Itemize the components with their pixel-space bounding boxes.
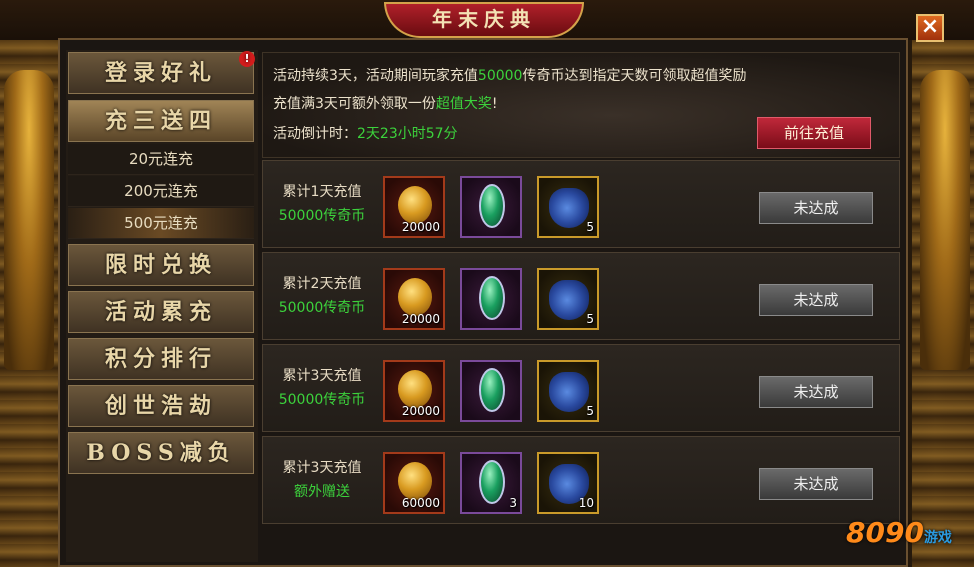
reward-bag-slot[interactable]: 5	[537, 360, 599, 422]
gold-coin-icon	[398, 370, 432, 408]
reward-gem-slot[interactable]	[460, 360, 522, 422]
info-text: !	[491, 96, 498, 112]
info-line-1: 活动持续3天，活动期间玩家充值50000传奇币达到指定天数可领取超值奖励	[273, 65, 746, 85]
reward-gem-slot[interactable]: 3	[460, 452, 522, 514]
reward-gem-slot[interactable]	[460, 268, 522, 330]
info-text: 充值满3天可额外领取一份	[273, 96, 436, 112]
reward-row: 累计1天充值 50000传奇币 20000 5 未达成	[262, 160, 900, 248]
item-quantity: 60000	[401, 496, 440, 510]
reward-bag-slot[interactable]: 5	[537, 176, 599, 238]
sidebar-subitem-500[interactable]: 500元连充	[68, 208, 254, 239]
sidebar-item-genesis-catastrophe[interactable]: 创世浩劫	[68, 385, 254, 427]
reward-gem-slot[interactable]	[460, 176, 522, 238]
sidebar-item-cumulative-recharge[interactable]: 活动累充	[68, 291, 254, 333]
reward-row: 累计3天充值 额外赠送 60000 3 10 未达成	[262, 436, 900, 524]
reward-label: 累计1天充值	[282, 184, 362, 200]
emerald-gem-icon	[479, 460, 505, 504]
info-line-2: 充值满3天可额外领取一份超值大奖!	[273, 93, 498, 113]
sidebar-item-label: BOSS减负	[86, 440, 236, 466]
reward-sub: 50000传奇币	[278, 392, 366, 408]
item-quantity: 20000	[401, 312, 440, 326]
emerald-gem-icon	[479, 368, 505, 412]
sidebar-item-recharge-three[interactable]: 充三送四	[68, 100, 254, 142]
not-reached-button[interactable]: 未达成	[759, 284, 873, 316]
reward-sub: 50000传奇币	[278, 208, 366, 224]
reward-label: 累计3天充值	[282, 460, 362, 476]
window-title: 年末庆典	[384, 2, 584, 38]
reward-label: 累计2天充值	[282, 276, 362, 292]
not-reached-button[interactable]: 未达成	[759, 192, 873, 224]
item-quantity: 20000	[401, 404, 440, 418]
reward-sub: 50000传奇币	[278, 300, 366, 316]
alert-badge: !	[239, 51, 255, 67]
gold-coin-icon	[398, 278, 432, 316]
reward-coin-slot[interactable]: 60000	[383, 452, 445, 514]
reward-bag-slot[interactable]: 10	[537, 452, 599, 514]
info-text: 活动持续3天，活动期间玩家充值	[273, 68, 478, 84]
not-reached-button[interactable]: 未达成	[759, 376, 873, 408]
reward-coin-slot[interactable]: 20000	[383, 268, 445, 330]
reward-coin-slot[interactable]: 20000	[383, 176, 445, 238]
reward-row: 累计3天充值 50000传奇币 20000 5 未达成	[262, 344, 900, 432]
reward-row: 累计2天充值 50000传奇币 20000 5 未达成	[262, 252, 900, 340]
info-amount: 50000	[477, 68, 523, 84]
sidebar-subitem-20[interactable]: 20元连充	[68, 144, 254, 175]
close-icon: ×	[920, 14, 940, 39]
left-warrior-statue	[4, 70, 54, 370]
info-highlight: 超值大奖	[435, 96, 492, 112]
sidebar-item-label: 登录好礼	[104, 60, 217, 86]
sidebar-item-label: 创世浩劫	[104, 393, 217, 419]
sidebar-item-label: 积分排行	[104, 346, 217, 372]
sidebar-item-points-ranking[interactable]: 积分排行	[68, 338, 254, 380]
watermark-text: 8090	[846, 516, 924, 549]
emerald-gem-icon	[479, 276, 505, 320]
item-quantity: 3	[509, 496, 517, 510]
sidebar-subitem-200[interactable]: 200元连充	[68, 176, 254, 207]
info-text: 传奇币达到指定天数可领取超值奖励	[522, 68, 747, 84]
item-quantity: 5	[586, 220, 594, 234]
reward-bag-slot[interactable]: 5	[537, 268, 599, 330]
reward-label: 累计3天充值	[282, 368, 362, 384]
activity-info: 活动持续3天，活动期间玩家充值50000传奇币达到指定天数可领取超值奖励 充值满…	[262, 52, 900, 158]
emerald-gem-icon	[479, 184, 505, 228]
reward-coin-slot[interactable]: 20000	[383, 360, 445, 422]
item-quantity: 10	[578, 496, 594, 510]
close-button[interactable]: ×	[916, 14, 944, 42]
countdown: 活动倒计时：2天23小时57分	[273, 123, 458, 143]
site-watermark-logo: 8090游戏	[846, 516, 966, 560]
go-recharge-button[interactable]: 前往充值	[757, 117, 871, 149]
item-quantity: 20000	[401, 220, 440, 234]
reward-sub: 额外赠送	[294, 484, 350, 500]
sidebar-item-limited-exchange[interactable]: 限时兑换	[68, 244, 254, 286]
gold-coin-icon	[398, 462, 432, 500]
item-quantity: 5	[586, 404, 594, 418]
right-warrior-statue	[920, 70, 970, 370]
gold-coin-icon	[398, 186, 432, 224]
sidebar-item-label: 充三送四	[104, 108, 217, 134]
treasure-bag-icon	[549, 280, 589, 320]
countdown-label: 活动倒计时：	[273, 126, 357, 142]
watermark-sub: 游戏	[923, 530, 952, 546]
sidebar-item-label: 活动累充	[104, 299, 217, 325]
not-reached-button[interactable]: 未达成	[759, 468, 873, 500]
countdown-value: 2天23小时57分	[357, 126, 458, 142]
sidebar-item-label: 限时兑换	[104, 252, 217, 278]
sidebar-item-login-gift[interactable]: 登录好礼 !	[68, 51, 255, 94]
sidebar-item-boss-reduce[interactable]: BOSS减负	[68, 432, 254, 474]
item-quantity: 5	[586, 312, 594, 326]
treasure-bag-icon	[549, 188, 589, 228]
treasure-bag-icon	[549, 372, 589, 412]
sidebar: 登录好礼 ! 充三送四 20元连充 200元连充 500元连充 限时兑换 活动累…	[66, 50, 258, 562]
